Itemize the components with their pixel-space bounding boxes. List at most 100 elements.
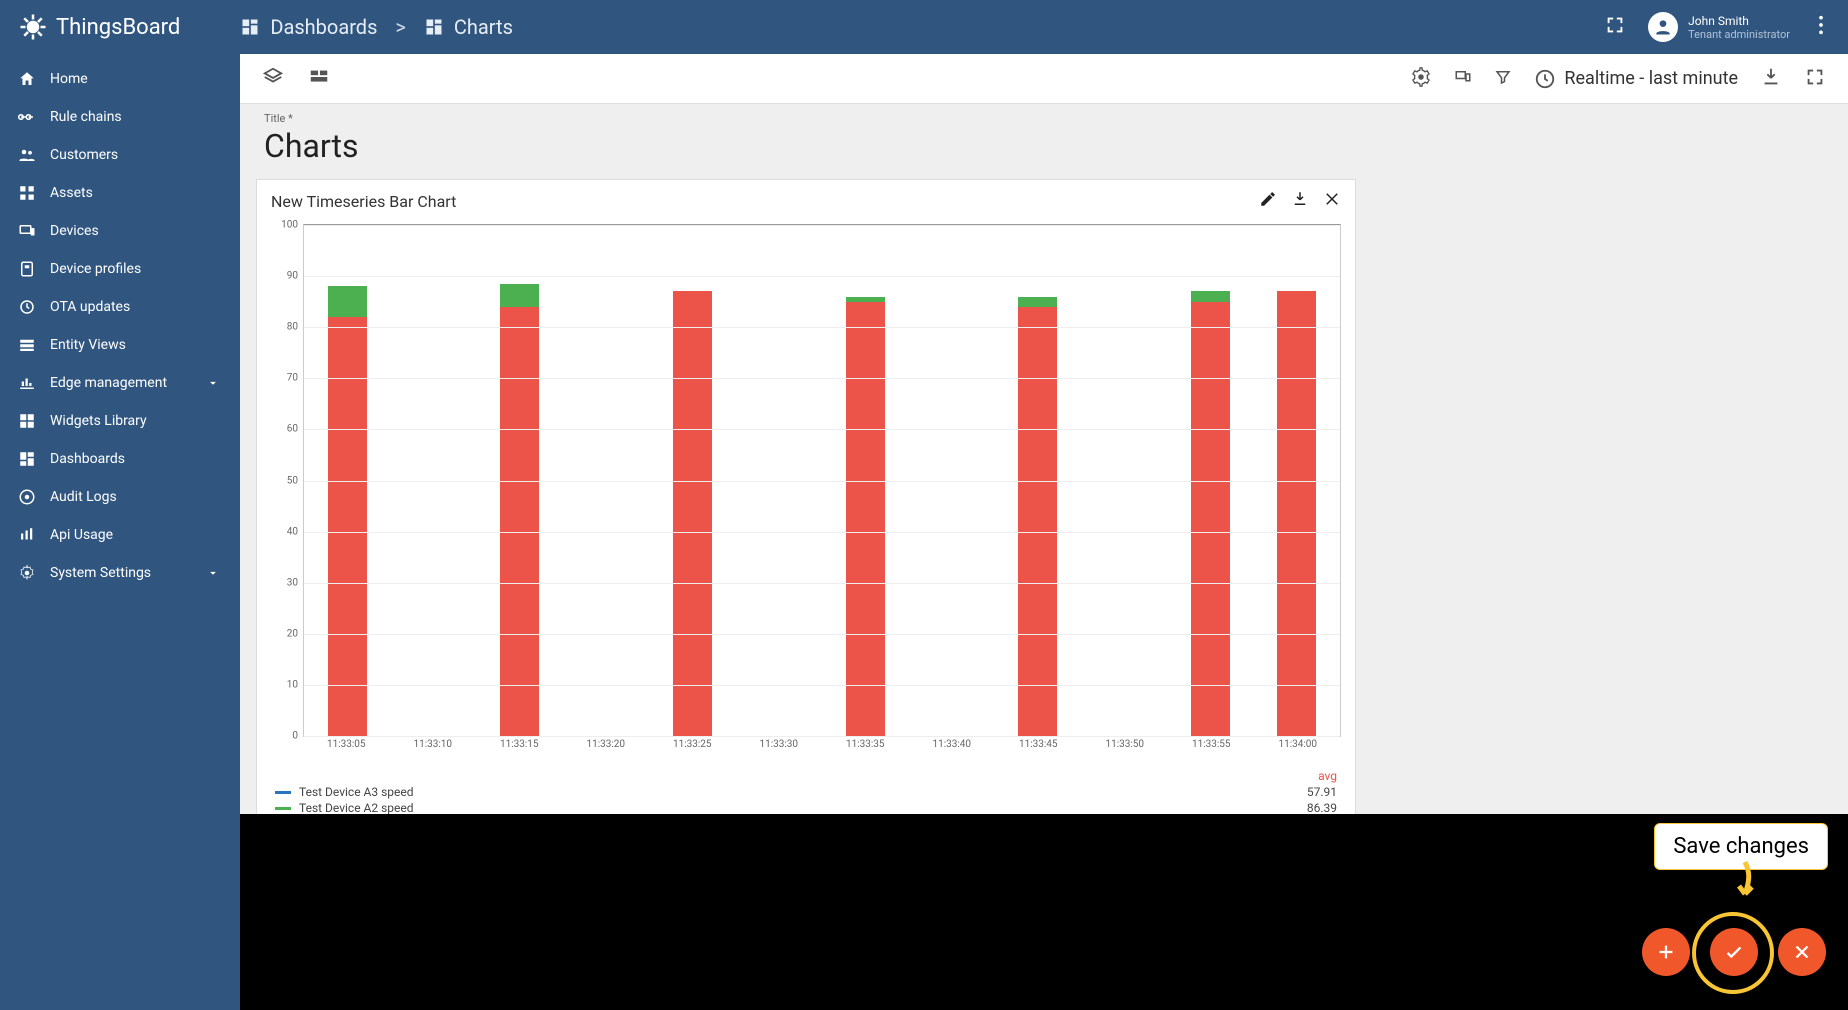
close-icon	[1791, 941, 1813, 963]
xtick: 11:33:45	[1019, 739, 1058, 750]
sidebar-item-customers[interactable]: Customers	[0, 136, 240, 174]
widget-export-button[interactable]	[1291, 190, 1309, 212]
legend-row[interactable]: Test Device A3 speed57.91	[275, 785, 1337, 799]
bar-a2	[1018, 297, 1057, 307]
export-button[interactable]	[1760, 66, 1782, 92]
title-label: Title *	[264, 112, 1836, 125]
gear-icon	[1410, 66, 1432, 88]
breadcrumb-item1-label: Dashboards	[270, 15, 377, 39]
x-axis-ticks: 11:33:0511:33:1011:33:1511:33:2011:33:25…	[303, 739, 1341, 753]
breadcrumb-dashboards[interactable]: Dashboards	[240, 15, 377, 39]
avatar	[1648, 12, 1678, 42]
sidebar-item-device-profiles[interactable]: Device profiles	[0, 250, 240, 288]
fab-row	[1642, 928, 1826, 976]
person-icon	[1653, 17, 1673, 37]
more-menu-button[interactable]	[1812, 8, 1830, 46]
sidebar-item-ota-updates[interactable]: OTA updates	[0, 288, 240, 326]
widget-edit-button[interactable]	[1259, 190, 1277, 212]
clock-icon	[1534, 68, 1556, 90]
devices-icon	[1454, 68, 1472, 86]
fullscreen-dashboard-button[interactable]	[1804, 66, 1826, 92]
sidebar-item-label: Rule chains	[50, 109, 122, 125]
filter-button[interactable]	[1494, 68, 1512, 90]
add-widget-button[interactable]	[1642, 928, 1690, 976]
rulechain-icon	[18, 108, 36, 126]
layers-icon	[262, 66, 284, 88]
sidebar-item-edge-management[interactable]: Edge management	[0, 364, 240, 402]
chart-widget: New Timeseries Bar Chart 010203040506070…	[256, 179, 1356, 844]
ytick: 0	[276, 731, 304, 742]
more-vert-icon	[1818, 14, 1824, 36]
sidebar-item-label: Customers	[50, 147, 118, 163]
timewindow-label: Realtime - last minute	[1564, 68, 1738, 89]
legend-avg: 57.91	[1307, 785, 1337, 799]
timewindow-button[interactable]: Realtime - last minute	[1534, 68, 1738, 90]
dashboard-icon	[240, 17, 260, 37]
sidebar-item-assets[interactable]: Assets	[0, 174, 240, 212]
layout-button[interactable]	[308, 66, 330, 92]
xtick: 11:33:05	[327, 739, 366, 750]
xtick: 11:33:55	[1192, 739, 1231, 750]
brand-logo-icon	[18, 12, 48, 42]
device-profile-icon	[18, 260, 36, 278]
pencil-icon	[1259, 190, 1277, 208]
layers-button[interactable]	[262, 66, 284, 92]
bar-a1	[328, 317, 367, 736]
bar-a2	[846, 297, 885, 302]
devices-icon	[18, 222, 36, 240]
discard-changes-button[interactable]	[1778, 928, 1826, 976]
ytick: 90	[276, 271, 304, 282]
legend-row[interactable]: Test Device A2 speed86.39	[275, 801, 1337, 815]
sidebar-item-entity-views[interactable]: Entity Views	[0, 326, 240, 364]
customers-icon	[18, 146, 36, 164]
sidebar-item-label: Dashboards	[50, 451, 125, 467]
legend-avg-header: avg	[275, 769, 1337, 783]
sidebar-item-api-usage[interactable]: Api Usage	[0, 516, 240, 554]
user-role: Tenant administrator	[1688, 28, 1790, 41]
bar-a1	[1277, 291, 1316, 736]
xtick: 11:33:25	[673, 739, 712, 750]
save-changes-button[interactable]	[1710, 928, 1758, 976]
top-header: ThingsBoard Dashboards > Charts John Smi…	[0, 0, 1848, 54]
fullscreen-icon	[1804, 66, 1826, 88]
legend-swatch	[275, 807, 291, 810]
widget-delete-button[interactable]	[1323, 190, 1341, 212]
sidebar-item-label: Assets	[50, 185, 93, 201]
xtick: 11:33:15	[500, 739, 539, 750]
sidebar-item-dashboards[interactable]: Dashboards	[0, 440, 240, 478]
sidebar-item-label: Audit Logs	[50, 489, 117, 505]
xtick: 11:33:35	[846, 739, 885, 750]
sidebar-item-label: Home	[50, 71, 88, 87]
entity-aliases-button[interactable]	[1454, 68, 1472, 90]
arrow-icon	[1730, 860, 1760, 900]
sidebar-item-system-settings[interactable]: System Settings	[0, 554, 240, 592]
check-icon	[1723, 941, 1745, 963]
brand[interactable]: ThingsBoard	[18, 12, 180, 42]
edge-icon	[18, 374, 36, 392]
chevron-down-icon	[204, 566, 222, 580]
ytick: 50	[276, 475, 304, 486]
fullscreen-icon	[1604, 14, 1626, 36]
api-usage-icon	[18, 526, 36, 544]
close-icon	[1323, 190, 1341, 208]
legend-swatch	[275, 791, 291, 794]
sidebar-item-home[interactable]: Home	[0, 60, 240, 98]
user-chip[interactable]: John Smith Tenant administrator	[1648, 12, 1790, 42]
xtick: 11:34:00	[1278, 739, 1317, 750]
entity-views-icon	[18, 336, 36, 354]
fullscreen-button[interactable]	[1604, 14, 1626, 40]
tooltip-arrow	[1730, 860, 1760, 904]
sidebar-item-rule-chains[interactable]: Rule chains	[0, 98, 240, 136]
plus-icon	[1655, 941, 1677, 963]
sidebar-item-widgets-library[interactable]: Widgets Library	[0, 402, 240, 440]
sidebar-item-audit-logs[interactable]: Audit Logs	[0, 478, 240, 516]
ytick: 10	[276, 679, 304, 690]
ota-icon	[18, 298, 36, 316]
bar-a1	[1191, 302, 1230, 736]
settings-button[interactable]	[1410, 66, 1432, 92]
brand-text: ThingsBoard	[56, 15, 180, 40]
gear-icon	[18, 564, 36, 582]
sidebar-item-devices[interactable]: Devices	[0, 212, 240, 250]
breadcrumb-charts: Charts	[424, 15, 513, 39]
page-title[interactable]: Charts	[264, 127, 1836, 165]
